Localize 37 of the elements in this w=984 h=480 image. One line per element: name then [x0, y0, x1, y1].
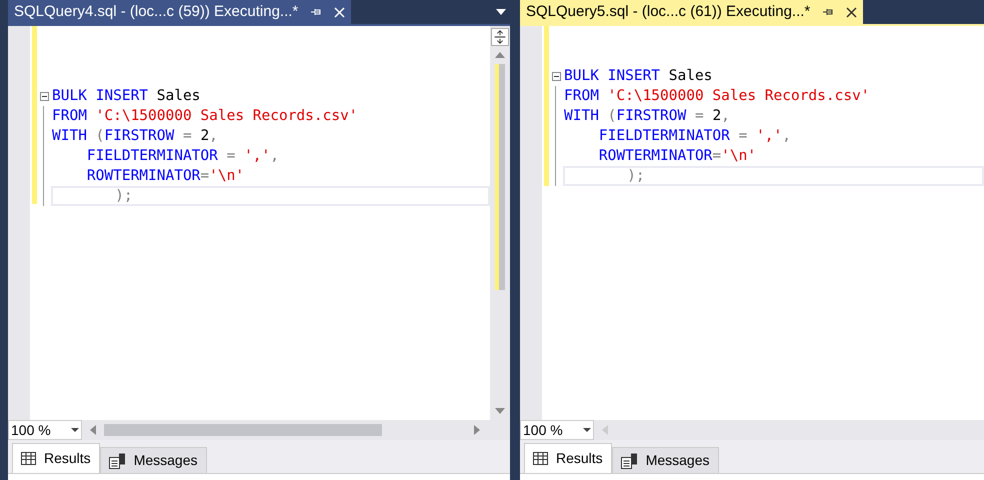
table-grid-icon — [533, 452, 548, 465]
tab-title: SQLQuery4.sql - (loc...c (59)) Executing...* — [14, 2, 298, 22]
code-line: FROM 'C:\1500000 Sales Records.csv' — [51, 107, 359, 126]
horizontal-scrollbar[interactable] — [104, 424, 382, 436]
zoom-dropdown[interactable]: 100 % — [520, 420, 594, 440]
zoom-dropdown[interactable]: 100 % — [8, 420, 82, 440]
document-icon — [620, 452, 638, 468]
caret-icon — [71, 428, 79, 432]
results-tab[interactable]: Results — [12, 443, 100, 473]
results-tab[interactable]: Results — [524, 443, 612, 473]
code-line: WITH (FIRSTROW = 2, — [51, 127, 219, 146]
table-grid-icon — [21, 452, 36, 465]
scroll-down-icon[interactable] — [495, 408, 505, 414]
caret-icon — [583, 428, 591, 432]
code-line: FIELDTERMINATOR = ',', — [598, 127, 792, 146]
vertical-scrollbar[interactable] — [490, 26, 510, 420]
tab-title: SQLQuery5.sql - (loc...c (61)) Executing...* — [526, 2, 810, 22]
document-tab[interactable]: SQLQuery5.sql - (loc...c (61)) Executing...* — [520, 0, 864, 24]
code-line: FIELDTERMINATOR = ',', — [86, 147, 280, 166]
collapse-icon[interactable] — [552, 72, 560, 80]
scroll-right-icon[interactable] — [474, 425, 480, 435]
close-icon[interactable] — [846, 6, 858, 18]
scroll-up-icon[interactable] — [495, 52, 505, 58]
code-line: ROWTERMINATOR='\n' — [598, 147, 758, 166]
code-line: BULK INSERT Sales — [51, 87, 202, 106]
collapse-icon[interactable] — [40, 92, 48, 100]
results-tab[interactable]: Messages — [100, 447, 206, 473]
code-line: FROM 'C:\1500000 Sales Records.csv' — [563, 87, 871, 106]
code-line: BULK INSERT Sales — [563, 67, 714, 86]
results-tab[interactable]: Messages — [612, 447, 718, 473]
code-line: ROWTERMINATOR='\n' — [86, 167, 246, 186]
split-icon[interactable] — [491, 28, 509, 46]
code-line: WITH (FIRSTROW = 2, — [563, 107, 731, 126]
document-icon — [108, 452, 126, 468]
dropdown-arrow-icon[interactable] — [496, 9, 506, 15]
scroll-left-icon[interactable] — [90, 425, 96, 435]
pin-icon[interactable] — [822, 7, 834, 17]
